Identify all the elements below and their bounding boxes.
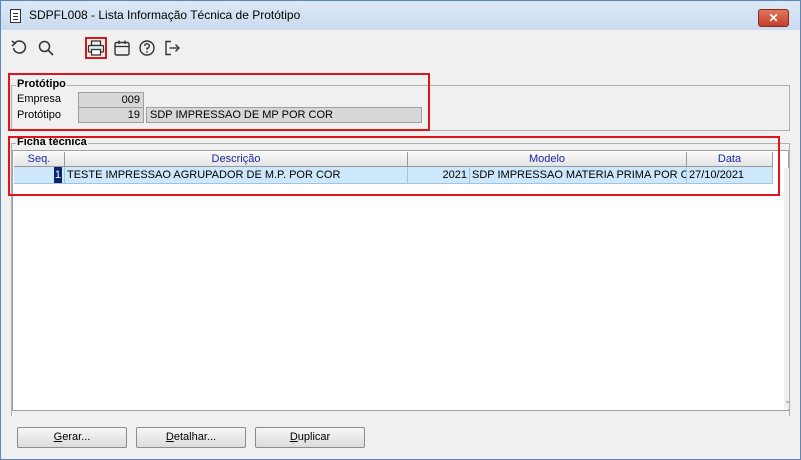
duplicar-button[interactable]: Duplicar bbox=[255, 427, 365, 448]
document-icon bbox=[10, 9, 21, 23]
exit-icon[interactable] bbox=[161, 37, 183, 59]
column-header-descricao[interactable]: Descrição bbox=[65, 152, 408, 167]
undo-icon[interactable] bbox=[8, 37, 30, 59]
column-header-seq[interactable]: Seq. bbox=[14, 152, 65, 167]
empresa-field[interactable]: 009 bbox=[78, 92, 144, 108]
toolbar bbox=[1, 32, 800, 66]
column-header-data[interactable]: Data bbox=[687, 152, 773, 167]
calendar-icon[interactable] bbox=[111, 37, 133, 59]
title-bar: SDPFL008 - Lista Informação Técnica de P… bbox=[1, 1, 800, 30]
close-button[interactable]: ✕ bbox=[758, 9, 789, 27]
scroll-down-icon[interactable]: ⌄ bbox=[784, 395, 792, 406]
window-scrollbar[interactable] bbox=[790, 32, 800, 459]
cell-seq[interactable]: 1 bbox=[14, 167, 65, 183]
search-icon[interactable] bbox=[35, 37, 57, 59]
detalhar-button[interactable]: Detalhar... bbox=[136, 427, 246, 448]
cell-descricao[interactable]: TESTE IMPRESSAO AGRUPADOR DE M.P. POR CO… bbox=[65, 167, 408, 183]
prototipo-legend: Protótipo bbox=[16, 78, 67, 90]
table-scrollbar[interactable] bbox=[784, 168, 789, 409]
table-row[interactable]: 1 TESTE IMPRESSAO AGRUPADOR DE M.P. POR … bbox=[14, 167, 773, 184]
ficha-table[interactable]: Seq. Descrição Modelo Data 1 TESTE IMPRE… bbox=[12, 150, 792, 411]
cell-data[interactable]: 27/10/2021 bbox=[687, 167, 773, 183]
cell-modelo-code[interactable]: 2021 bbox=[408, 167, 470, 183]
print-icon[interactable] bbox=[85, 37, 107, 59]
prototipo-label: Protótipo bbox=[17, 109, 62, 121]
cell-modelo-desc[interactable]: SDP IMPRESSAO MATERIA PRIMA POR COR bbox=[470, 167, 687, 183]
ficha-legend: Ficha técnica bbox=[16, 136, 88, 148]
column-header-modelo[interactable]: Modelo bbox=[408, 152, 687, 167]
cell-seq-value: 1 bbox=[53, 167, 62, 183]
window: SDPFL008 - Lista Informação Técnica de P… bbox=[0, 0, 801, 460]
prototipo-code-field[interactable]: 19 bbox=[78, 107, 144, 123]
window-title: SDPFL008 - Lista Informação Técnica de P… bbox=[29, 8, 301, 22]
empresa-label: Empresa bbox=[17, 93, 62, 105]
prototipo-desc-field[interactable]: SDP IMPRESSAO DE MP POR COR bbox=[146, 107, 422, 123]
help-icon[interactable] bbox=[136, 37, 158, 59]
gerar-button[interactable]: Gerar... bbox=[17, 427, 127, 448]
